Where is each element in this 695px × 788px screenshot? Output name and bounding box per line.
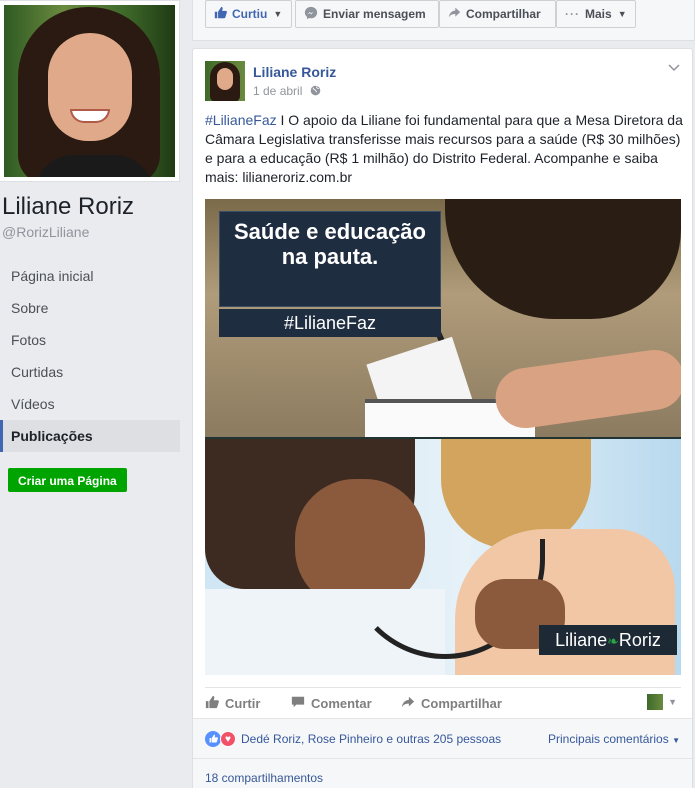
profile-name[interactable]: Liliane Roriz	[2, 193, 134, 221]
image-brand-logo: Liliane❧Roriz	[539, 625, 677, 655]
page-nav: Página inicial Sobre Fotos Curtidas Víde…	[0, 260, 180, 452]
image-bottom-doctor: Liliane❧Roriz	[205, 439, 681, 675]
messenger-icon	[304, 6, 318, 23]
caret-down-icon: ▼	[273, 9, 283, 19]
more-label: Mais	[585, 7, 612, 21]
send-message-button[interactable]: Enviar mensagem	[295, 0, 439, 28]
nav-item-sobre[interactable]: Sobre	[0, 292, 180, 324]
image-hashtag: #LilianeFaz	[219, 309, 441, 337]
reactions-bar: ♥ Dedé Roriz, Rose Pinheiro e outras 205…	[193, 718, 692, 758]
comment-sort-label: Principais comentários	[548, 732, 669, 746]
liked-label: Curtiu	[232, 7, 268, 21]
image-headline-line2: na pauta.	[281, 244, 379, 269]
author-avatar[interactable]	[205, 61, 245, 101]
thumbs-up-icon	[205, 695, 219, 712]
viewer-avatar	[647, 694, 664, 710]
post-date[interactable]: 1 de abril	[253, 84, 302, 98]
post-body: I O apoio da Liliane foi fundamental par…	[205, 112, 683, 185]
brand-right: Roriz	[618, 630, 661, 650]
post-actions: Curtir Comentar Compartilhar ▼	[205, 687, 681, 717]
post-text: #LilianeFaz I O apoio da Liliane foi fun…	[205, 111, 685, 187]
share-arrow-icon	[448, 6, 461, 22]
caret-down-icon: ▼	[672, 736, 680, 745]
post-as-selector[interactable]: ▼	[647, 694, 677, 710]
image-headline-box: Saúde e educação na pauta.	[219, 211, 441, 307]
profile-picture[interactable]	[0, 0, 180, 182]
nav-item-fotos[interactable]: Fotos	[0, 324, 180, 356]
caret-down-icon: ▼	[668, 697, 677, 707]
image-top-classroom: Saúde e educação na pauta. #LilianeFaz	[205, 199, 681, 437]
share-button[interactable]: Compartilhar	[401, 695, 502, 712]
image-headline-line1: Saúde e educação	[234, 219, 426, 244]
like-button[interactable]: Curtir	[205, 695, 260, 712]
comment-label: Comentar	[311, 696, 372, 711]
shares-bar: 18 compartilhamentos	[193, 758, 692, 788]
caret-down-icon: ▼	[617, 9, 627, 19]
more-button[interactable]: ··· Mais ▼	[556, 0, 636, 28]
reactions-summary[interactable]: Dedé Roriz, Rose Pinheiro e outras 205 p…	[241, 732, 501, 746]
page-action-bar: Curtiu ▼ Enviar mensagem Compartilhar ··…	[192, 0, 695, 41]
liked-button[interactable]: Curtiu ▼	[205, 0, 292, 28]
comment-button[interactable]: Comentar	[291, 695, 372, 712]
like-label: Curtir	[225, 696, 261, 711]
post-image[interactable]: Saúde e educação na pauta. #LilianeFaz L…	[205, 199, 681, 675]
globe-icon	[310, 85, 321, 98]
share-page-button[interactable]: Compartilhar	[439, 0, 556, 28]
send-message-label: Enviar mensagem	[323, 7, 426, 21]
profile-photo	[4, 5, 175, 177]
share-page-label: Compartilhar	[466, 7, 541, 21]
profile-handle[interactable]: @RorizLiliane	[2, 224, 89, 240]
brand-left: Liliane	[555, 630, 608, 650]
thumbs-up-icon	[214, 6, 227, 22]
share-label: Compartilhar	[421, 696, 502, 711]
post-card: Liliane Roriz 1 de abril #LilianeFaz I O…	[192, 48, 693, 788]
shares-count[interactable]: 18 compartilhamentos	[205, 771, 323, 785]
comment-icon	[291, 695, 305, 712]
like-reaction-icon	[205, 731, 221, 747]
nav-item-pagina-inicial[interactable]: Página inicial	[0, 260, 180, 292]
more-dots-icon: ···	[565, 7, 580, 21]
post-author-name[interactable]: Liliane Roriz	[253, 64, 336, 80]
comment-sort-dropdown[interactable]: Principais comentários ▼	[548, 732, 680, 746]
share-arrow-icon	[401, 695, 415, 712]
post-options-chevron-icon[interactable]	[668, 61, 680, 75]
nav-item-videos[interactable]: Vídeos	[0, 388, 180, 420]
nav-item-curtidas[interactable]: Curtidas	[0, 356, 180, 388]
create-page-button[interactable]: Criar uma Página	[8, 468, 127, 492]
left-column: Liliane Roriz @RorizLiliane Página inici…	[0, 0, 190, 788]
leaf-icon: ❧	[607, 633, 619, 649]
hashtag-link[interactable]: #LilianeFaz	[205, 112, 277, 128]
post-timestamp[interactable]: 1 de abril	[253, 84, 321, 98]
nav-item-publicacoes[interactable]: Publicações	[0, 420, 180, 452]
love-reaction-icon: ♥	[220, 731, 236, 747]
